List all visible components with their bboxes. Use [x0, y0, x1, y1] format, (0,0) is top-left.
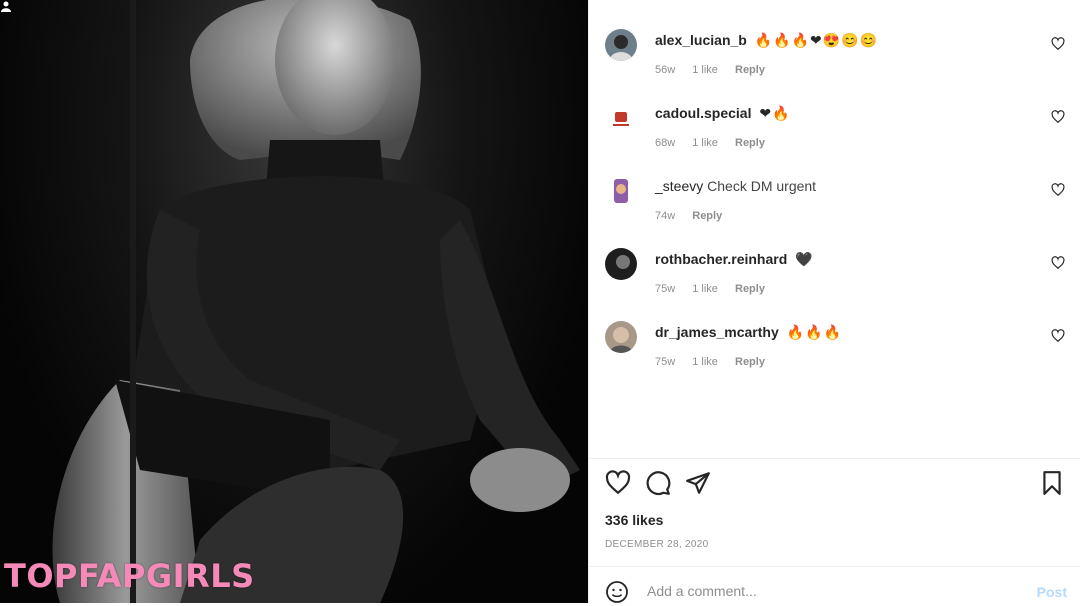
comment-likes[interactable]: 1 like [692, 64, 718, 76]
comment-username[interactable]: dr_james_mcarthy [655, 324, 779, 340]
user-icon [1, 1, 11, 12]
add-comment-bar: Post [605, 578, 1067, 606]
bookmark-icon[interactable] [1039, 470, 1065, 496]
like-count[interactable]: 336 likes [605, 512, 663, 528]
comment-username[interactable]: cadoul.special [655, 105, 751, 121]
post-action-bar [605, 470, 1065, 498]
post-comment-button[interactable]: Post [1037, 584, 1067, 600]
smile-icon[interactable] [605, 580, 629, 604]
avatar[interactable] [605, 102, 637, 134]
comment-age[interactable]: 75w [655, 283, 675, 295]
comment-username[interactable]: alex_lucian_b [655, 32, 747, 48]
comment-item: dr_james_mcarthy 🔥🔥🔥 75w 1 like Reply [605, 321, 1065, 381]
comment-username[interactable]: rothbacher.reinhard [655, 251, 787, 267]
comment-text: 🔥🔥🔥 [786, 324, 842, 340]
comments-panel: 75w alex_lucian_b 🔥🔥🔥❤😍😊😊 56w 1 like Rep… [588, 0, 1080, 603]
like-comment-heart-icon[interactable] [1051, 110, 1065, 124]
reply-button[interactable]: Reply [735, 64, 765, 76]
comment-age[interactable]: 75w [655, 356, 675, 368]
like-comment-heart-icon[interactable] [1051, 329, 1065, 343]
comment-likes[interactable]: 1 like [692, 137, 718, 149]
avatar[interactable] [605, 29, 637, 61]
previous-comment-age: 75w [655, 0, 675, 3]
like-comment-heart-icon[interactable] [1051, 256, 1065, 270]
divider [589, 458, 1080, 459]
comment-item: _steevy Check DM urgent 74w Reply [605, 175, 1065, 235]
comment-age[interactable]: 74w [655, 210, 675, 222]
watermark-logo: TOPFAPGIRLS [4, 557, 255, 595]
comment-text: 🖤 [795, 251, 814, 267]
share-icon[interactable] [685, 470, 711, 496]
reply-button[interactable]: Reply [692, 210, 722, 222]
comment-username[interactable]: _steevy [655, 178, 703, 194]
comment-age[interactable]: 56w [655, 64, 675, 76]
reply-button[interactable]: Reply [735, 283, 765, 295]
comment-icon[interactable] [645, 470, 671, 496]
heart-icon[interactable] [605, 470, 631, 496]
comment-text: ❤🔥 [759, 105, 791, 121]
reply-button[interactable]: Reply [735, 356, 765, 368]
comment-item: rothbacher.reinhard 🖤 75w 1 like Reply [605, 248, 1065, 308]
comment-item: alex_lucian_b 🔥🔥🔥❤😍😊😊 56w 1 like Reply [605, 29, 1065, 89]
photo-illustration [52, 0, 580, 603]
comment-likes[interactable]: 1 like [692, 283, 718, 295]
avatar[interactable] [605, 248, 637, 280]
avatar[interactable] [605, 175, 637, 207]
divider [589, 566, 1080, 567]
comment-age[interactable]: 68w [655, 137, 675, 149]
like-comment-heart-icon[interactable] [1051, 183, 1065, 197]
post-date[interactable]: DECEMBER 28, 2020 [605, 539, 708, 550]
add-comment-input[interactable] [645, 582, 989, 600]
post-photo[interactable]: TOPFAPGIRLS [0, 0, 588, 603]
comment-text: 🔥🔥🔥❤😍😊😊 [754, 32, 879, 48]
like-comment-heart-icon[interactable] [1051, 37, 1065, 51]
comment-item: cadoul.special ❤🔥 68w 1 like Reply [605, 102, 1065, 162]
reply-button[interactable]: Reply [735, 137, 765, 149]
comment-likes[interactable]: 1 like [692, 356, 718, 368]
comment-text: Check DM urgent [707, 178, 817, 194]
avatar[interactable] [605, 321, 637, 353]
